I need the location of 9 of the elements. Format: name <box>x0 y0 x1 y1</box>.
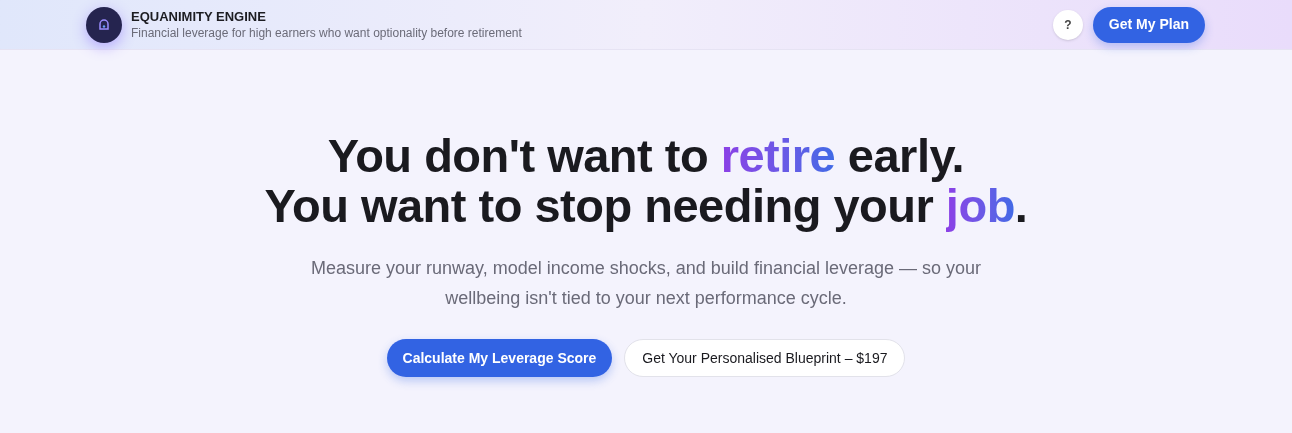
blueprint-button[interactable]: Get Your Personalised Blueprint – $197 <box>624 339 906 377</box>
subtitle: Measure your runway, model income shocks, and build financial leverage — so your wellbeing isn't tied to your next performance cycle. <box>310 257 982 310</box>
get-plan-button[interactable]: Get My Plan <box>1092 6 1205 43</box>
tagline: Financial leverage for high earners who want optionality before retirement <box>131 24 522 41</box>
brand-name: EQUANIMITY ENGINE <box>131 8 267 25</box>
logo-icon <box>86 6 122 43</box>
headline: You don't want to retire early. You want to stop needing your job. <box>264 131 1028 231</box>
leverage-score-button[interactable]: Calculate My Leverage Score <box>386 339 613 377</box>
help-button[interactable]: ? <box>1052 9 1083 40</box>
